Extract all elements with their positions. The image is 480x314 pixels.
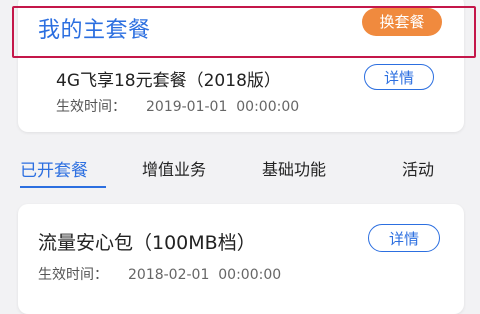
- effective-time-label: 生效时间：: [56, 99, 126, 115]
- main-plan-name: 4G飞享18元套餐（2018版）: [56, 71, 281, 91]
- addon-plan-card: 流量安心包（100MB档） 生效时间： 2018-02-01 00:00:00 详…: [18, 204, 464, 314]
- tab-value-added[interactable]: 增值业务: [142, 156, 206, 180]
- main-plan-effective-time: 生效时间： 2019-01-01 00:00:00: [56, 96, 299, 116]
- tab-basic-functions[interactable]: 基础功能: [262, 156, 326, 180]
- effective-time-value: 2019-01-01 00:00:00: [146, 99, 300, 115]
- tab-active-plans[interactable]: 已开套餐: [20, 156, 88, 181]
- addon-plan-name: 流量安心包（100MB档）: [38, 232, 256, 254]
- main-plan-title: 我的主套餐: [38, 18, 151, 43]
- swap-plan-button[interactable]: 换套餐: [362, 8, 442, 36]
- effective-time-label: 生效时间：: [38, 267, 108, 283]
- main-plan-detail-button[interactable]: 详情: [364, 64, 434, 90]
- effective-time-value: 2018-02-01 00:00:00: [128, 267, 282, 283]
- active-tab-indicator: [20, 186, 106, 188]
- tab-activities[interactable]: 活动: [402, 156, 434, 180]
- addon-plan-detail-button[interactable]: 详情: [368, 224, 440, 252]
- addon-plan-effective-time: 生效时间： 2018-02-01 00:00:00: [38, 264, 281, 284]
- plan-tabs: 已开套餐 增值业务 基础功能 活动: [0, 142, 480, 192]
